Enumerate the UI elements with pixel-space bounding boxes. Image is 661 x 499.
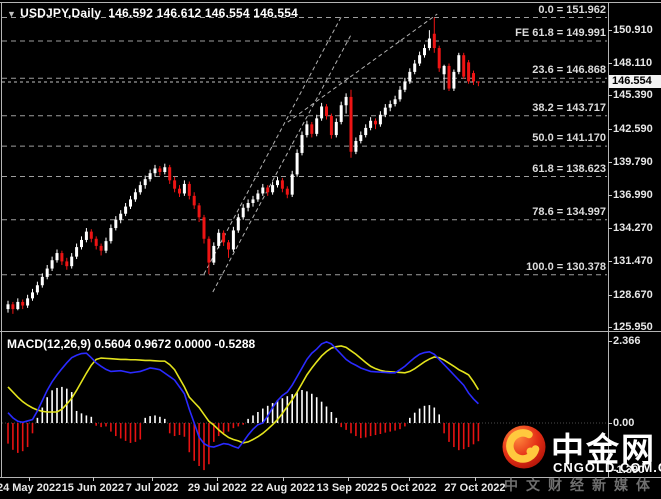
fib-level-label: 61.8 = 138.623 xyxy=(532,162,606,175)
price-axis-tick-label: 128.670 xyxy=(613,288,653,301)
fib-level-label: 38.2 = 143.717 xyxy=(532,101,606,114)
price-tick-mark xyxy=(608,327,612,329)
price-axis-tick-label: 131.470 xyxy=(613,255,653,268)
price-axis-tick-label: 145.390 xyxy=(613,89,653,102)
price-axis-tick-label: 134.270 xyxy=(613,221,653,234)
current-price-badge: 146.554 xyxy=(609,75,661,89)
fib-level-label: FE 61.8 = 149.991 xyxy=(515,26,606,39)
collapse-arrow-icon[interactable]: ▼ xyxy=(7,9,16,19)
date-tick-mark xyxy=(92,477,94,481)
fib-level-label: 50.0 = 141.170 xyxy=(532,132,606,145)
price-axis-tick-label: 139.790 xyxy=(613,156,653,169)
price-tick-mark xyxy=(608,128,612,130)
fib-level-label: 100.0 = 130.378 xyxy=(526,260,606,273)
macd-tick-mark xyxy=(608,341,612,343)
panel-separator[interactable] xyxy=(0,331,661,332)
macd-title: MACD(12,26,9) 0.5604 0.9672 0.0000 -0.52… xyxy=(7,337,255,351)
date-tick-mark xyxy=(348,477,350,481)
fib-level-label: 78.6 = 134.997 xyxy=(532,205,606,218)
cngold-logo: 中金网 CNGOLD.COM.CN xyxy=(502,425,661,477)
date-tick-mark xyxy=(152,477,154,481)
watermark-text: 中文财经新媒体 xyxy=(504,477,658,493)
date-tick-mark xyxy=(408,477,410,481)
ohlc-quote: 146.592 146.612 146.554 146.554 xyxy=(108,6,299,20)
price-tick-mark xyxy=(608,261,612,263)
window-left-border xyxy=(1,2,2,477)
logo-domain: CNGOLD.COM.CN xyxy=(553,460,661,475)
fib-level-label: 23.6 = 146.868 xyxy=(532,64,606,77)
price-axis-tick-label: 150.910 xyxy=(613,23,653,36)
macd-indicator-label: MACD(12,26,9) xyxy=(7,337,92,351)
price-tick-mark xyxy=(608,227,612,229)
price-axis-tick-label: 148.110 xyxy=(613,56,653,69)
terminal-window: ▼ USDJPY,Daily 146.592 146.612 146.554 14… xyxy=(0,0,661,499)
price-tick-mark xyxy=(608,294,612,296)
price-tick-mark xyxy=(608,162,612,164)
price-tick-mark xyxy=(608,195,612,197)
date-tick-mark xyxy=(474,477,476,481)
macd-readout: 0.5604 0.9672 0.0000 -0.5288 xyxy=(94,337,256,351)
fib-level-label: 0.0 = 151.962 xyxy=(538,3,606,16)
price-tick-mark xyxy=(608,95,612,97)
symbol-timeframe-label: USDJPY,Daily xyxy=(20,6,102,20)
cngold-logo-icon xyxy=(502,425,546,469)
price-axis-tick-label: 125.950 xyxy=(613,321,653,334)
macd-axis-tick-label: 2.366 xyxy=(613,335,641,348)
price-axis-tick-label: 136.990 xyxy=(613,189,653,202)
date-tick-mark xyxy=(217,477,219,481)
price-tick-mark xyxy=(608,29,612,31)
chart-title: ▼ USDJPY,Daily 146.592 146.612 146.554 14… xyxy=(7,6,298,20)
price-axis-separator xyxy=(608,3,609,477)
date-tick-mark xyxy=(282,477,284,481)
price-tick-mark xyxy=(608,62,612,64)
price-axis-tick-label: 142.590 xyxy=(613,122,653,135)
date-tick-mark xyxy=(29,477,31,481)
